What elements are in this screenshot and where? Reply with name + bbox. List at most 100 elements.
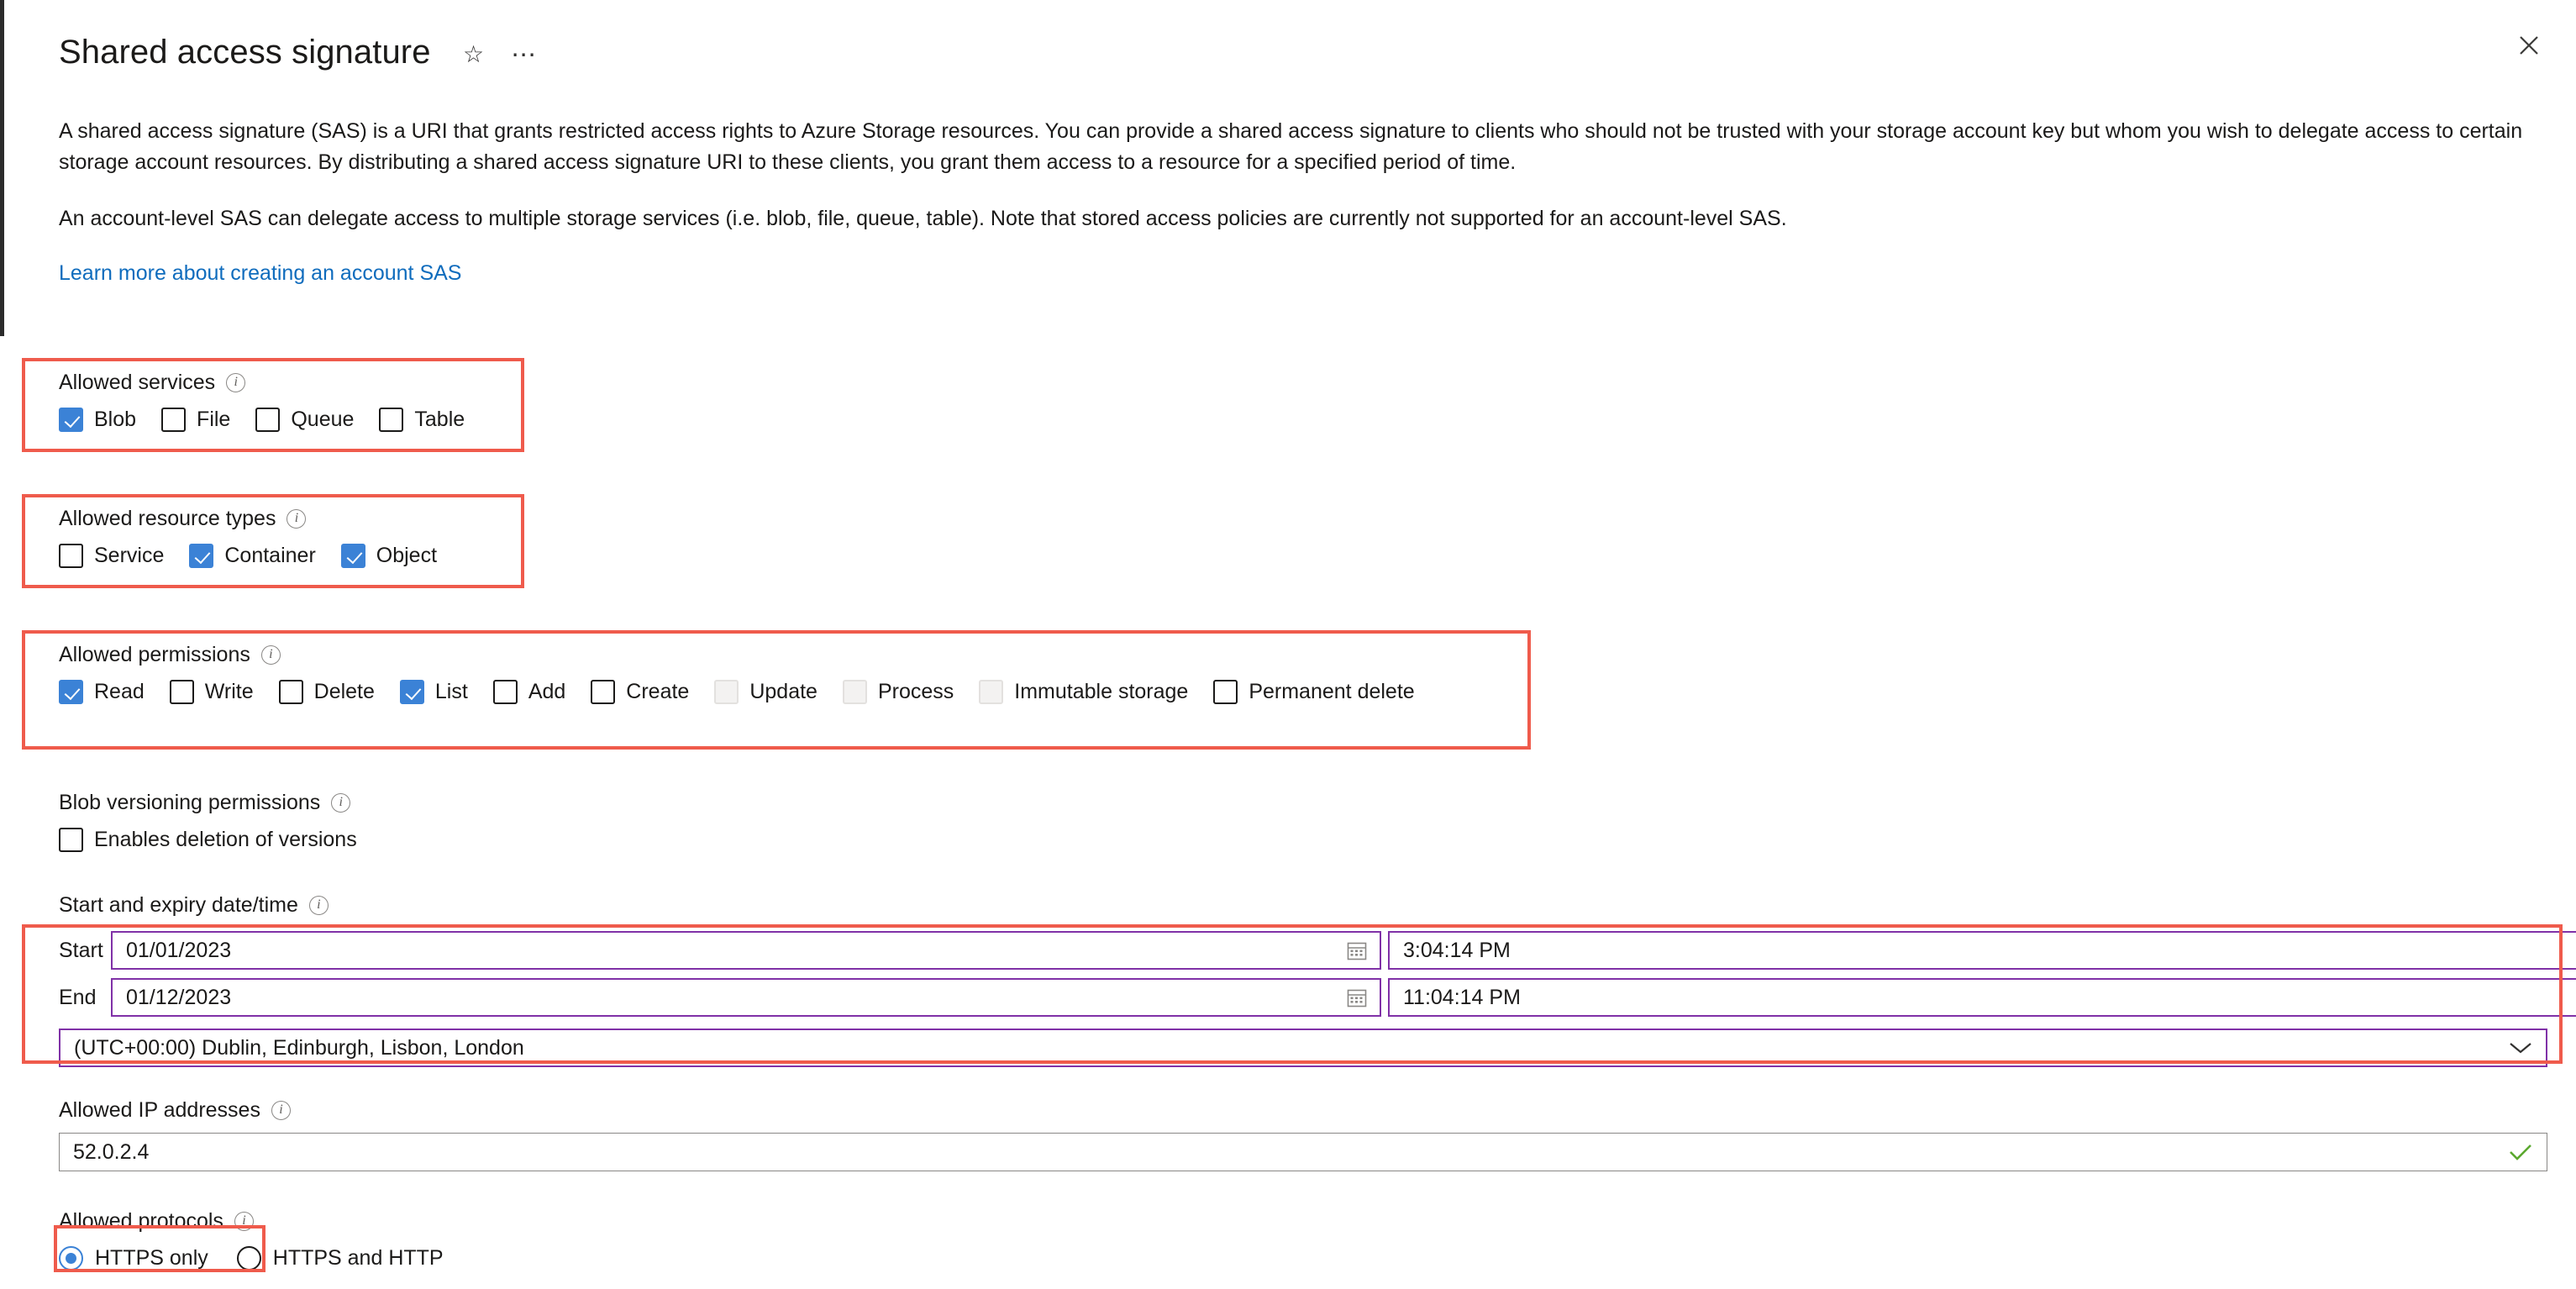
allowed-services-label: Allowed services [59, 371, 216, 394]
checkbox-list[interactable]: List [399, 679, 468, 704]
checkbox-read[interactable]: Read [59, 679, 145, 704]
end-time-value: 11:04:14 PM [1403, 986, 1521, 1009]
start-expiry-group: Start and expiry date/time i Start 01/01… [59, 892, 2576, 1067]
blob-versioning-label-row: Blob versioning permissions i [59, 790, 382, 815]
learn-more-link[interactable]: Learn more about creating an account SAS [59, 261, 461, 286]
radio-label: HTTPS only [95, 1246, 208, 1270]
checkbox-label: Process [877, 680, 954, 703]
close-icon[interactable] [2512, 29, 2546, 62]
allowed-ip-group: Allowed IP addresses i 52.0.2.4 [59, 1097, 2547, 1171]
checkbox-process: Process [842, 679, 954, 704]
allowed-protocols-group: Allowed protocols i HTTPS only HTTPS and … [59, 1208, 472, 1271]
checkbox-box [1213, 679, 1238, 704]
checkbox-label: File [197, 408, 231, 431]
checkbox-table[interactable]: Table [379, 407, 465, 432]
checkbox-add[interactable]: Add [492, 679, 566, 704]
allowed-services-group: Allowed services i Blob File Queue Table [59, 370, 490, 432]
checkbox-create[interactable]: Create [591, 679, 689, 704]
checkbox-file[interactable]: File [161, 407, 230, 432]
end-date-input[interactable]: 01/12/2023 [111, 978, 1381, 1017]
start-time-input[interactable]: 3:04:14 PM [1388, 931, 2576, 970]
timezone-select[interactable]: (UTC+00:00) Dublin, Edinburgh, Lisbon, L… [59, 1029, 2547, 1067]
allowed-permissions-label: Allowed permissions [59, 643, 250, 666]
checkbox-box [59, 543, 83, 568]
checkbox-label: Object [376, 544, 438, 567]
info-icon[interactable]: i [260, 644, 281, 665]
checkbox-box [340, 543, 365, 568]
description-paragraph-1: A shared access signature (SAS) is a URI… [59, 119, 2523, 174]
checkbox-box [278, 679, 303, 704]
checkbox-service[interactable]: Service [59, 543, 164, 568]
checkbox-label: Read [94, 680, 145, 703]
blob-versioning-options: Enables deletion of versions [59, 827, 382, 852]
allowed-ip-input[interactable]: 52.0.2.4 [59, 1133, 2547, 1171]
info-icon[interactable]: i [234, 1211, 254, 1231]
start-expiry-label-row: Start and expiry date/time i [59, 892, 2576, 918]
checkbox-label: Create [626, 680, 690, 703]
blade-left-rail [0, 0, 4, 336]
allowed-protocols-label-row: Allowed protocols i [59, 1208, 472, 1234]
checkbox-box [842, 679, 867, 704]
radio-dot [236, 1245, 261, 1271]
end-time-input[interactable]: 11:04:14 PM [1388, 978, 2576, 1017]
checkbox-box [59, 407, 83, 432]
info-icon[interactable]: i [226, 372, 246, 392]
checkbox-container[interactable]: Container [189, 543, 316, 568]
checkbox-label: Add [528, 680, 566, 703]
description-section: A shared access signature (SAS) is a URI… [0, 77, 2576, 286]
info-icon[interactable]: i [287, 508, 307, 529]
star-icon[interactable]: ☆ [460, 40, 488, 69]
end-label: End [59, 985, 97, 1009]
info-icon[interactable]: i [331, 792, 351, 813]
checkbox-box [161, 407, 187, 432]
checkbox-blob[interactable]: Blob [59, 407, 136, 432]
info-icon[interactable]: i [308, 895, 329, 915]
allowed-resource-types-label: Allowed resource types [59, 507, 276, 530]
checkbox-delete[interactable]: Delete [278, 679, 375, 704]
allowed-ip-value: 52.0.2.4 [73, 1140, 150, 1164]
blob-versioning-permissions-group: Blob versioning permissions i Enables de… [59, 790, 382, 852]
radio-https-and-http[interactable]: HTTPS and HTTP [236, 1245, 444, 1271]
checkbox-write[interactable]: Write [169, 679, 254, 704]
calendar-icon[interactable] [1346, 939, 1368, 961]
ellipsis-icon[interactable]: ⋯ [510, 40, 539, 69]
checkbox-queue[interactable]: Queue [255, 407, 354, 432]
allowed-protocols-label: Allowed protocols [59, 1209, 223, 1233]
start-date-input[interactable]: 01/01/2023 [111, 931, 1381, 970]
checkbox-label: Write [204, 680, 254, 703]
checkbox-box [492, 679, 518, 704]
allowed-permissions-label-row: Allowed permissions i [59, 642, 1440, 667]
radio-dot [59, 1245, 83, 1271]
checkbox-box [255, 407, 281, 432]
start-expiry-label: Start and expiry date/time [59, 893, 298, 917]
info-icon[interactable]: i [271, 1100, 291, 1120]
checkbox-permanent-delete[interactable]: Permanent delete [1213, 679, 1415, 704]
checkbox-label: Delete [313, 680, 375, 703]
end-date-value: 01/12/2023 [126, 986, 232, 1009]
allowed-ip-label: Allowed IP addresses [59, 1098, 260, 1122]
radio-https-only[interactable]: HTTPS only [59, 1245, 208, 1271]
checkbox-box [59, 827, 83, 852]
description-paragraph-2: An account-level SAS can delegate access… [59, 207, 1787, 230]
checkbox-label: Immutable storage [1014, 680, 1189, 703]
checkbox-box [399, 679, 424, 704]
checkbox-label: Enables deletion of versions [94, 828, 357, 851]
checkbox-enables-deletion-of-versions[interactable]: Enables deletion of versions [59, 827, 357, 852]
checkbox-box [591, 679, 616, 704]
start-time-value: 3:04:14 PM [1403, 939, 1511, 962]
allowed-ip-label-row: Allowed IP addresses i [59, 1097, 2547, 1123]
allowed-services-label-row: Allowed services i [59, 370, 490, 395]
checkbox-box [979, 679, 1004, 704]
checkbox-immutable-storage: Immutable storage [979, 679, 1188, 704]
checkbox-box [379, 407, 404, 432]
checkbox-box [714, 679, 739, 704]
end-datetime-row: End 01/12/2023 11:04:14 PM [59, 978, 2576, 1017]
allowed-services-options: Blob File Queue Table [59, 407, 490, 432]
calendar-icon[interactable] [1346, 986, 1368, 1008]
allowed-permissions-group: Allowed permissions i Read Write Delete Lis… [59, 642, 1440, 704]
allowed-resource-types-label-row: Allowed resource types i [59, 506, 462, 531]
checkbox-object[interactable]: Object [340, 543, 438, 568]
start-datetime-row: Start 01/01/2023 3:04:14 PM [59, 931, 2576, 970]
radio-label: HTTPS and HTTP [272, 1246, 444, 1270]
timezone-value: (UTC+00:00) Dublin, Edinburgh, Lisbon, L… [74, 1036, 524, 1060]
